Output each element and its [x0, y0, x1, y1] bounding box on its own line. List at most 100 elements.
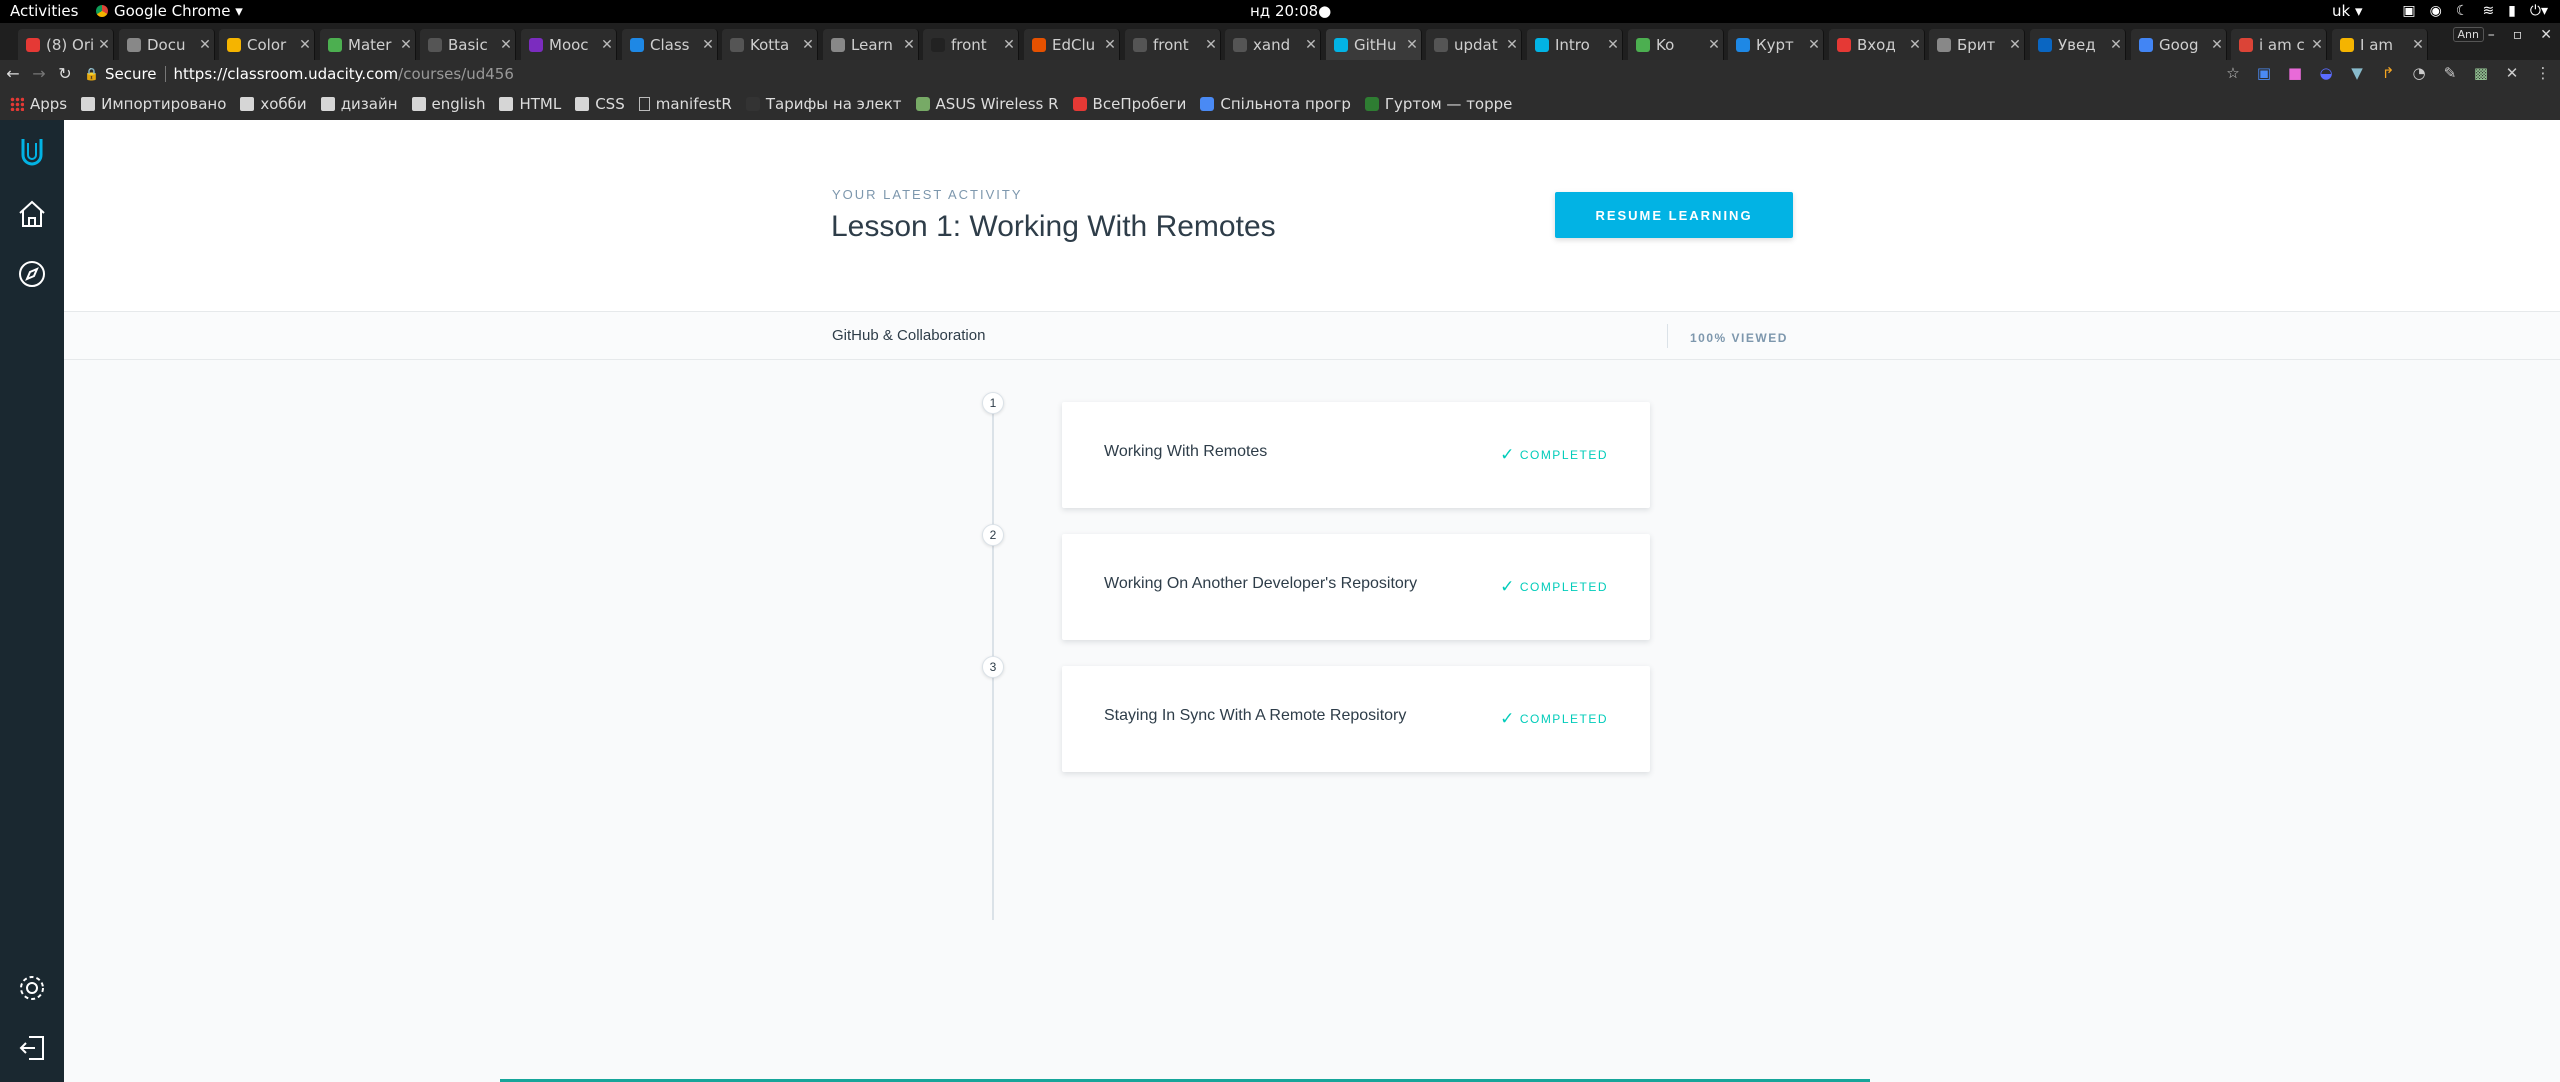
browser-tab[interactable]: Ko ✕ [1628, 29, 1724, 60]
lesson-card[interactable]: Staying In Sync With A Remote Repository… [1062, 666, 1650, 772]
maximize-icon[interactable]: ▫ [2513, 27, 2523, 43]
bookmark-item[interactable]: Apps [10, 95, 67, 113]
browser-tab[interactable]: i am c ✕ [2231, 29, 2327, 60]
lesson-card[interactable]: Working On Another Developer's Repositor… [1062, 534, 1650, 640]
browser-tab[interactable]: Docu ✕ [119, 29, 215, 60]
browser-tab[interactable]: Color ✕ [219, 29, 315, 60]
lesson-card[interactable]: Working With Remotes ✓ COMPLETED [1062, 402, 1650, 508]
tab-close-icon[interactable]: ✕ [95, 37, 113, 53]
system-tray[interactable]: ▣ ◉ ☾ ≋ ▮ ⏻▾ [2402, 3, 2548, 19]
arrow-extension-icon[interactable]: ↱ [2379, 64, 2397, 82]
logout-icon[interactable] [14, 1030, 50, 1066]
tab-close-icon[interactable]: ✕ [1503, 37, 1521, 53]
bookmark-item[interactable]: HTML [499, 95, 561, 113]
browser-tab[interactable]: xand ✕ [1225, 29, 1321, 60]
tab-close-icon[interactable]: ✕ [1202, 37, 1220, 53]
tab-close-icon[interactable]: ✕ [397, 37, 415, 53]
browser-tab[interactable]: EdClu ✕ [1024, 29, 1120, 60]
wifi-icon[interactable]: ≋ [2482, 3, 2494, 19]
browser-tab[interactable]: Вход ✕ [1829, 29, 1925, 60]
clipboard-icon[interactable]: ▣ [2402, 3, 2415, 19]
bookmark-item[interactable]: Тарифы на элект [745, 95, 902, 113]
tab-close-icon[interactable]: ✕ [2409, 37, 2427, 53]
bookmark-item[interactable]: Импортировано [81, 95, 226, 113]
browser-tab[interactable]: Mater ✕ [320, 29, 416, 60]
browser-tab[interactable]: Увед ✕ [2030, 29, 2126, 60]
udacity-logo-icon[interactable] [14, 134, 50, 170]
battery-icon[interactable]: ▮ [2508, 3, 2516, 19]
browser-tab[interactable]: GitHu ✕ [1326, 29, 1422, 60]
tab-close-icon[interactable]: ✕ [1302, 37, 1320, 53]
reload-icon[interactable]: ↻ [52, 64, 78, 83]
tab-close-icon[interactable]: ✕ [1906, 37, 1924, 53]
browser-tab[interactable]: Goog ✕ [2131, 29, 2227, 60]
forward-icon[interactable]: → [26, 64, 52, 83]
bookmark-item[interactable]: manifestR [638, 95, 732, 113]
browser-tab[interactable]: Basic ✕ [420, 29, 516, 60]
bookmark-star-icon[interactable]: ☆ [2224, 64, 2242, 82]
bookmark-item[interactable]: english [411, 95, 485, 113]
explore-compass-icon[interactable] [14, 256, 50, 292]
browser-tab[interactable]: I am ✕ [2332, 29, 2428, 60]
activities-button[interactable]: Activities [10, 2, 78, 20]
tab-close-icon[interactable]: ✕ [2107, 37, 2125, 53]
color-extension-icon[interactable]: ■ [2286, 64, 2304, 82]
night-mode-icon[interactable]: ☾ [2456, 3, 2469, 19]
tab-close-icon[interactable]: ✕ [196, 37, 214, 53]
course-name[interactable]: GitHub & Collaboration [832, 327, 985, 344]
resume-learning-button[interactable]: RESUME LEARNING [1555, 192, 1793, 238]
browser-tab[interactable]: Kotta ✕ [722, 29, 818, 60]
browser-tab[interactable]: (8) Ori ✕ [18, 29, 114, 60]
close-window-icon[interactable]: ✕ [2540, 27, 2552, 43]
translate-extension-icon[interactable]: ▣ [2255, 64, 2273, 82]
profile-button[interactable]: Ann [2452, 27, 2484, 42]
eyedropper-extension-icon[interactable]: ✎ [2441, 64, 2459, 82]
tab-close-icon[interactable]: ✕ [1101, 37, 1119, 53]
browser-tab[interactable]: Брит ✕ [1929, 29, 2025, 60]
record-icon[interactable]: ◉ [2430, 3, 2442, 19]
bookmark-item[interactable]: хобби [240, 95, 307, 113]
tab-close-icon[interactable]: ✕ [296, 37, 314, 53]
browser-tab[interactable]: front ✕ [923, 29, 1019, 60]
settings-gear-icon[interactable] [14, 970, 50, 1006]
browser-tab[interactable]: updat ✕ [1426, 29, 1522, 60]
tab-close-icon[interactable]: ✕ [799, 37, 817, 53]
app-menu[interactable]: Google Chrome ▾ [96, 2, 243, 20]
tab-close-icon[interactable]: ✕ [1805, 37, 1823, 53]
minimize-icon[interactable]: – [2488, 27, 2495, 43]
back-icon[interactable]: ← [0, 64, 26, 83]
power-menu-icon[interactable]: ⏻▾ [2530, 3, 2548, 19]
tab-close-icon[interactable]: ✕ [1403, 37, 1421, 53]
browser-tab[interactable]: Learn ✕ [823, 29, 919, 60]
tab-close-icon[interactable]: ✕ [2208, 37, 2226, 53]
bookmark-item[interactable]: Гуртом — торре [1364, 95, 1512, 113]
clock-extension-icon[interactable]: ◔ [2410, 64, 2428, 82]
tab-close-icon[interactable]: ✕ [2308, 37, 2326, 53]
language-switcher[interactable]: uk ▾ [2332, 2, 2363, 20]
bookmark-item[interactable]: ВсеПробеги [1072, 95, 1186, 113]
browser-tab[interactable]: Mooc ✕ [521, 29, 617, 60]
clock[interactable]: нд 20:08● [1250, 2, 1331, 20]
tab-close-icon[interactable]: ✕ [699, 37, 717, 53]
browser-tab[interactable]: Intro ✕ [1527, 29, 1623, 60]
bookmark-item[interactable]: CSS [575, 95, 625, 113]
bookmark-item[interactable]: Спільнота прогр [1200, 95, 1351, 113]
home-icon[interactable] [14, 196, 50, 232]
bookmark-item[interactable]: дизайн [320, 95, 398, 113]
browser-tab[interactable]: front ✕ [1125, 29, 1221, 60]
tab-close-icon[interactable]: ✕ [900, 37, 918, 53]
tab-close-icon[interactable]: ✕ [1604, 37, 1622, 53]
tab-close-icon[interactable]: ✕ [1705, 37, 1723, 53]
tab-close-icon[interactable]: ✕ [2006, 37, 2024, 53]
tools-extension-icon[interactable]: ✕ [2503, 64, 2521, 82]
vuejs-extension-icon[interactable]: ▼ [2348, 64, 2366, 82]
address-bar[interactable]: 🔒 Secure https://classroom.udacity.com /… [84, 62, 2184, 86]
browser-tab[interactable]: Курт ✕ [1728, 29, 1824, 60]
tab-close-icon[interactable]: ✕ [497, 37, 515, 53]
browser-tab[interactable]: Class ✕ [622, 29, 718, 60]
helmet-extension-icon[interactable]: ◒ [2317, 64, 2335, 82]
chrome-menu-icon[interactable]: ⋮ [2534, 64, 2552, 82]
bookmark-item[interactable]: ASUS Wireless R [915, 95, 1059, 113]
image-extension-icon[interactable]: ▩ [2472, 64, 2490, 82]
tab-close-icon[interactable]: ✕ [598, 37, 616, 53]
